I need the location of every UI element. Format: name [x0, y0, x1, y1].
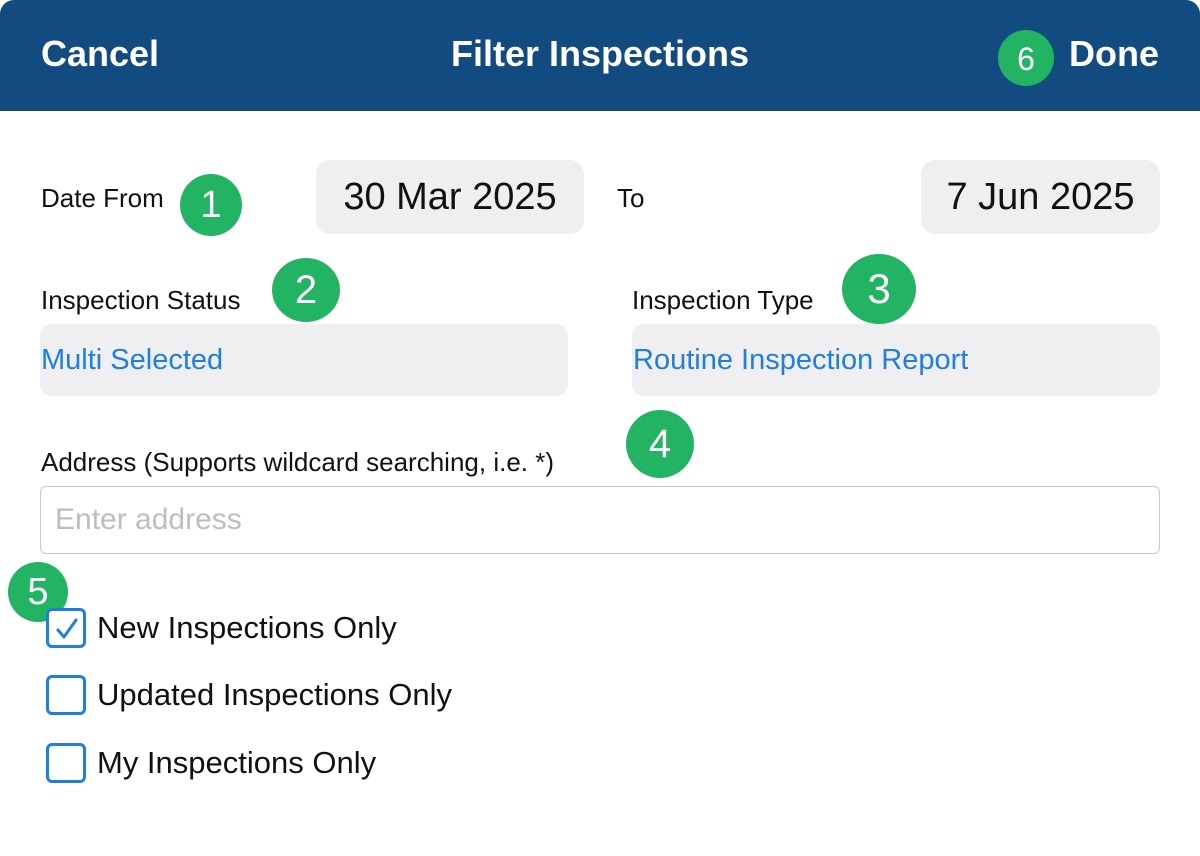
- inspection-status-label: Inspection Status: [41, 285, 241, 315]
- navigation-bar: Filter Inspections Cancel Done 6: [0, 0, 1200, 111]
- step-badge-3: 3: [842, 254, 916, 324]
- inspection-type-select[interactable]: Routine Inspection Report: [632, 324, 1160, 396]
- updated-inspections-only-label: Updated Inspections Only: [97, 677, 452, 712]
- inspection-status-select[interactable]: Multi Selected: [40, 324, 568, 396]
- my-inspections-only-checkbox[interactable]: [46, 743, 86, 783]
- date-to-label: To: [617, 183, 645, 213]
- address-label: Address (Supports wildcard searching, i.…: [41, 447, 555, 477]
- done-button[interactable]: Done: [1069, 32, 1159, 76]
- cancel-button[interactable]: Cancel: [41, 32, 159, 76]
- check-icon: [56, 618, 78, 639]
- address-input[interactable]: [40, 486, 1160, 554]
- new-inspections-only-label: New Inspections Only: [97, 610, 397, 645]
- step-badge-6: 6: [998, 30, 1054, 86]
- date-to-picker[interactable]: 7 Jun 2025: [921, 160, 1160, 234]
- date-from-picker[interactable]: 30 Mar 2025: [316, 160, 584, 234]
- inspection-type-label: Inspection Type: [632, 285, 814, 315]
- new-inspections-only-checkbox[interactable]: [46, 608, 86, 648]
- date-from-label: Date From: [41, 183, 164, 213]
- step-badge-4: 4: [626, 410, 694, 478]
- updated-inspections-only-checkbox[interactable]: [46, 675, 86, 715]
- step-badge-1: 1: [180, 174, 242, 236]
- my-inspections-only-label: My Inspections Only: [97, 745, 377, 780]
- step-badge-2: 2: [272, 258, 340, 322]
